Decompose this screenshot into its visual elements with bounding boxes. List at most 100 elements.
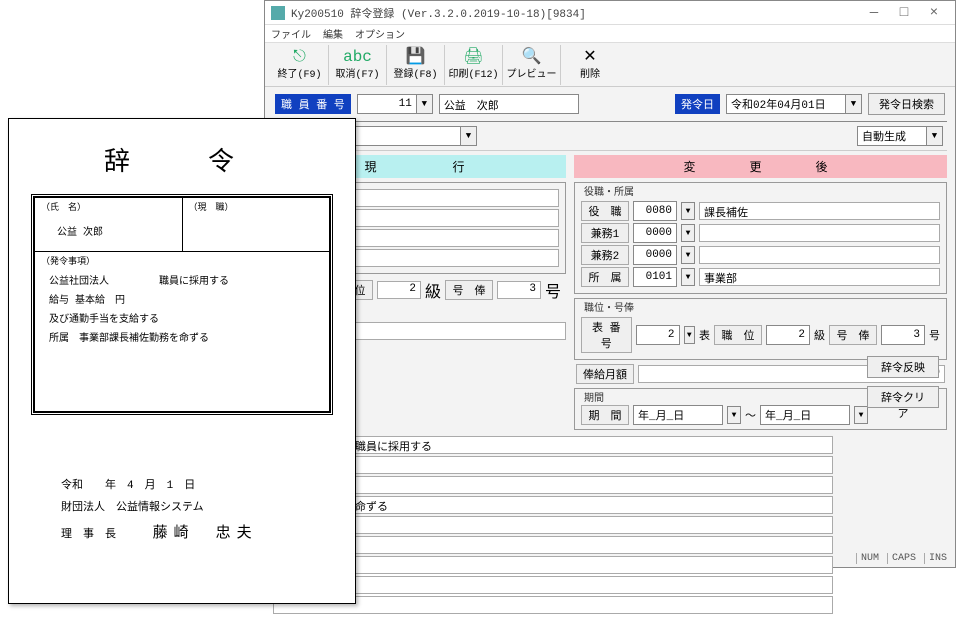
- step-input[interactable]: [881, 325, 925, 345]
- cur-step-w: 号: [545, 278, 561, 302]
- search-issue-date-button[interactable]: 発令日検索: [868, 93, 945, 115]
- k2-name: [699, 246, 940, 264]
- print-icon: 🖨: [463, 49, 483, 65]
- status-caps: CAPS: [887, 553, 920, 564]
- clear-button[interactable]: 辞令クリア: [867, 386, 939, 408]
- menu-file[interactable]: ファイル: [271, 26, 311, 42]
- doc-pos-label: （現 職）: [189, 200, 324, 213]
- cur-rank: 2: [377, 281, 421, 299]
- tableno-dropdown[interactable]: ▼: [684, 326, 695, 344]
- type-row: ▼ ▼: [273, 121, 947, 151]
- issue-date-dropdown[interactable]: ▼: [846, 94, 862, 114]
- app-window: Ky200510 辞令登録 (Ver.3.2.0.2019-10-18)[983…: [264, 0, 956, 568]
- preview-icon: 🔍: [522, 49, 542, 65]
- columns: 現 行 課長補佐 事業部 表 職 位 2 級 号 俸 3 号 235,800 事…: [273, 155, 947, 430]
- exit-icon: ⎋: [293, 49, 306, 65]
- doc-header-table: （氏 名） 公益 次郎 （現 職） （発令事項） 公益社団法人 職員に採用する …: [34, 197, 330, 412]
- tool-preview[interactable]: 🔍プレビュー: [503, 45, 561, 85]
- tool-exit[interactable]: ⎋終了(F9): [271, 45, 329, 85]
- menubar: ファイル 編集 オプション: [265, 25, 955, 43]
- role-code-dropdown[interactable]: ▼: [681, 202, 695, 220]
- autogen-dropdown[interactable]: ▼: [927, 126, 943, 146]
- cur-step-lab: 号 俸: [445, 280, 493, 300]
- period-from-dropdown[interactable]: ▼: [727, 406, 741, 424]
- autogen-select[interactable]: [857, 126, 927, 146]
- period-from-input[interactable]: [633, 405, 723, 425]
- order-type-dropdown[interactable]: ▼: [461, 126, 477, 146]
- filter-row: 職 員 番 号 ▼ 公益 次郎 発令日 ▼ 発令日検索: [265, 87, 955, 121]
- dept-name: 事業部: [699, 268, 940, 286]
- k1-code-input[interactable]: [633, 223, 677, 243]
- k1-label: 兼務1: [581, 223, 629, 243]
- minimize-button[interactable]: ―: [859, 5, 889, 21]
- step-word: 号: [929, 327, 940, 343]
- side-buttons: 辞令反映 辞令クリア: [867, 356, 939, 408]
- reflect-button[interactable]: 辞令反映: [867, 356, 939, 378]
- order-line[interactable]: [273, 536, 833, 554]
- doc-body-4: 所属 事業部課長補佐勤務を命ずる: [49, 330, 315, 349]
- order-lines: ム 株式会社 職員に採用する 円 を支給する 課長補佐勤務を命ずる: [273, 436, 833, 614]
- grade-legend: 職位・号俸: [581, 299, 637, 315]
- titlebar: Ky200510 辞令登録 (Ver.3.2.0.2019-10-18)[983…: [265, 1, 955, 25]
- doc-frame: （氏 名） 公益 次郎 （現 職） （発令事項） 公益社団法人 職員に採用する …: [31, 194, 333, 415]
- step-label: 号 俸: [829, 325, 877, 345]
- status-ins: INS: [924, 553, 951, 564]
- cur-rank-w: 級: [425, 278, 441, 302]
- menu-edit[interactable]: 編集: [323, 26, 343, 42]
- emp-no-dropdown[interactable]: ▼: [417, 94, 433, 114]
- tool-save[interactable]: 💾登録(F8): [387, 45, 445, 85]
- k1-code-dropdown[interactable]: ▼: [681, 224, 695, 242]
- period-to-dropdown[interactable]: ▼: [854, 406, 868, 424]
- period-to-input[interactable]: [760, 405, 850, 425]
- order-line[interactable]: ム 株式会社 職員に採用する: [273, 436, 833, 454]
- save-icon: 💾: [406, 49, 426, 65]
- k2-label: 兼務2: [581, 245, 629, 265]
- role-name: 課長補佐: [699, 202, 940, 220]
- app-icon: [271, 6, 285, 20]
- order-line[interactable]: [273, 596, 833, 614]
- change-header: 変 更 後: [574, 155, 947, 178]
- tool-print[interactable]: 🖨印刷(F12): [445, 45, 503, 85]
- order-line[interactable]: 課長補佐勤務を命ずる: [273, 496, 833, 514]
- tool-cancel[interactable]: abc取消(F7): [329, 45, 387, 85]
- menu-option[interactable]: オプション: [355, 26, 405, 42]
- tableno-word: 表: [699, 327, 710, 343]
- emp-no-label: 職 員 番 号: [275, 94, 351, 114]
- k1-name: [699, 224, 940, 242]
- period-legend: 期間: [581, 389, 607, 405]
- dept-label: 所 属: [581, 267, 629, 287]
- rank-label: 職 位: [714, 325, 762, 345]
- order-line[interactable]: を支給する: [273, 476, 833, 494]
- emp-name: 公益 次郎: [439, 94, 579, 114]
- statusbar: NUM CAPS INS: [852, 549, 955, 567]
- cur-step: 3: [497, 281, 541, 299]
- dept-code-input[interactable]: [633, 267, 677, 287]
- rank-word: 級: [814, 327, 825, 343]
- order-line[interactable]: [273, 556, 833, 574]
- close-button[interactable]: ×: [919, 5, 949, 21]
- dept-code-dropdown[interactable]: ▼: [681, 268, 695, 286]
- doc-body-3: 及び通勤手当を支給する: [49, 311, 315, 330]
- doc-date: 令和 年 4 月 1 日: [61, 475, 333, 497]
- issue-date-input[interactable]: [726, 94, 846, 114]
- maximize-button[interactable]: □: [889, 5, 919, 21]
- order-line[interactable]: 円: [273, 456, 833, 474]
- doc-signature: 藤崎 忠夫: [153, 525, 258, 542]
- cancel-icon: abc: [343, 49, 372, 65]
- k2-code-dropdown[interactable]: ▼: [681, 246, 695, 264]
- affil-legend: 役職・所属: [581, 183, 637, 199]
- doc-name: 公益 次郎: [41, 213, 176, 249]
- delete-icon: ✕: [583, 49, 596, 65]
- period-label: 期 間: [581, 405, 629, 425]
- issue-date-label: 発令日: [675, 94, 720, 114]
- order-line[interactable]: [273, 516, 833, 534]
- role-code-input[interactable]: [633, 201, 677, 221]
- tableno-input[interactable]: [636, 325, 680, 345]
- k2-code-input[interactable]: [633, 245, 677, 265]
- rank-input[interactable]: [766, 325, 810, 345]
- doc-order-label: （発令事項）: [41, 254, 323, 267]
- emp-no-input[interactable]: [357, 94, 417, 114]
- doc-body: 公益社団法人 職員に採用する 給与 基本給 円 及び通勤手当を支給する 所属 事…: [41, 267, 323, 409]
- tool-delete[interactable]: ✕削除: [561, 45, 619, 85]
- order-line[interactable]: [273, 576, 833, 594]
